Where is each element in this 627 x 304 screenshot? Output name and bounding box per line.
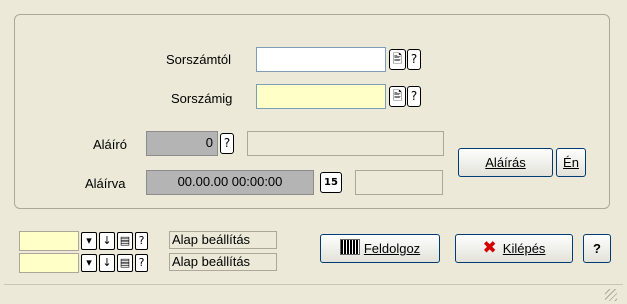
from-input[interactable] <box>256 47 386 72</box>
arrow-down-icon[interactable]: ↓ <box>99 232 115 250</box>
preset-2-input[interactable] <box>19 253 79 273</box>
chevron-down-icon[interactable]: ▾ <box>81 254 97 272</box>
to-input[interactable] <box>256 84 386 109</box>
doc-icon: 🖹 <box>392 89 403 103</box>
exit-button[interactable]: ✖ Kilépés <box>455 234 573 263</box>
process-button-label: Feldolgoz <box>363 241 421 256</box>
arrow-down-icon[interactable]: ↓ <box>99 254 115 272</box>
to-doc-button[interactable]: 🖹 <box>389 86 406 107</box>
from-doc-button[interactable]: 🖹 <box>389 49 406 70</box>
exit-button-label: Kilépés <box>502 241 546 256</box>
signed-extra-field <box>355 170 443 195</box>
preset-1-label: Alap beállítás <box>169 231 277 249</box>
me-button[interactable]: Én <box>556 148 586 177</box>
preset-2-label: Alap beállítás <box>169 253 277 271</box>
doc-icon[interactable]: ▤ <box>117 254 133 272</box>
resize-grip-icon[interactable] <box>605 289 617 301</box>
status-bar <box>4 284 623 303</box>
preset-1-input[interactable] <box>19 231 79 251</box>
barcode-icon <box>339 239 360 255</box>
signed-at-input[interactable]: 00.00.00 00:00:00 <box>146 170 314 195</box>
signer-label: Aláíró <box>93 137 127 152</box>
to-label: Sorszámig <box>171 91 233 106</box>
process-button[interactable]: Feldolgoz <box>320 234 440 263</box>
signer-id-input[interactable]: 0 <box>146 131 218 156</box>
signer-help-button[interactable]: ? <box>220 133 234 154</box>
calendar-icon[interactable]: 15 <box>320 172 342 193</box>
signer-name-field <box>247 131 444 156</box>
sign-button[interactable]: Aláírás <box>458 148 553 177</box>
close-icon: ✖ <box>482 238 497 258</box>
chevron-down-icon[interactable]: ▾ <box>81 232 97 250</box>
sign-button-label: Aláírás <box>485 155 526 170</box>
doc-icon[interactable]: ▤ <box>117 232 133 250</box>
doc-icon: 🖹 <box>392 52 403 66</box>
to-help-button[interactable]: ? <box>407 86 421 107</box>
from-help-button[interactable]: ? <box>407 49 421 70</box>
signed-at-label: Aláírva <box>85 176 126 191</box>
me-button-label: Én <box>563 155 579 170</box>
preset-1-help-button[interactable]: ? <box>135 232 148 250</box>
from-label: Sorszámtól <box>166 52 232 67</box>
help-button[interactable]: ? <box>583 234 611 263</box>
preset-2-help-button[interactable]: ? <box>135 254 148 272</box>
